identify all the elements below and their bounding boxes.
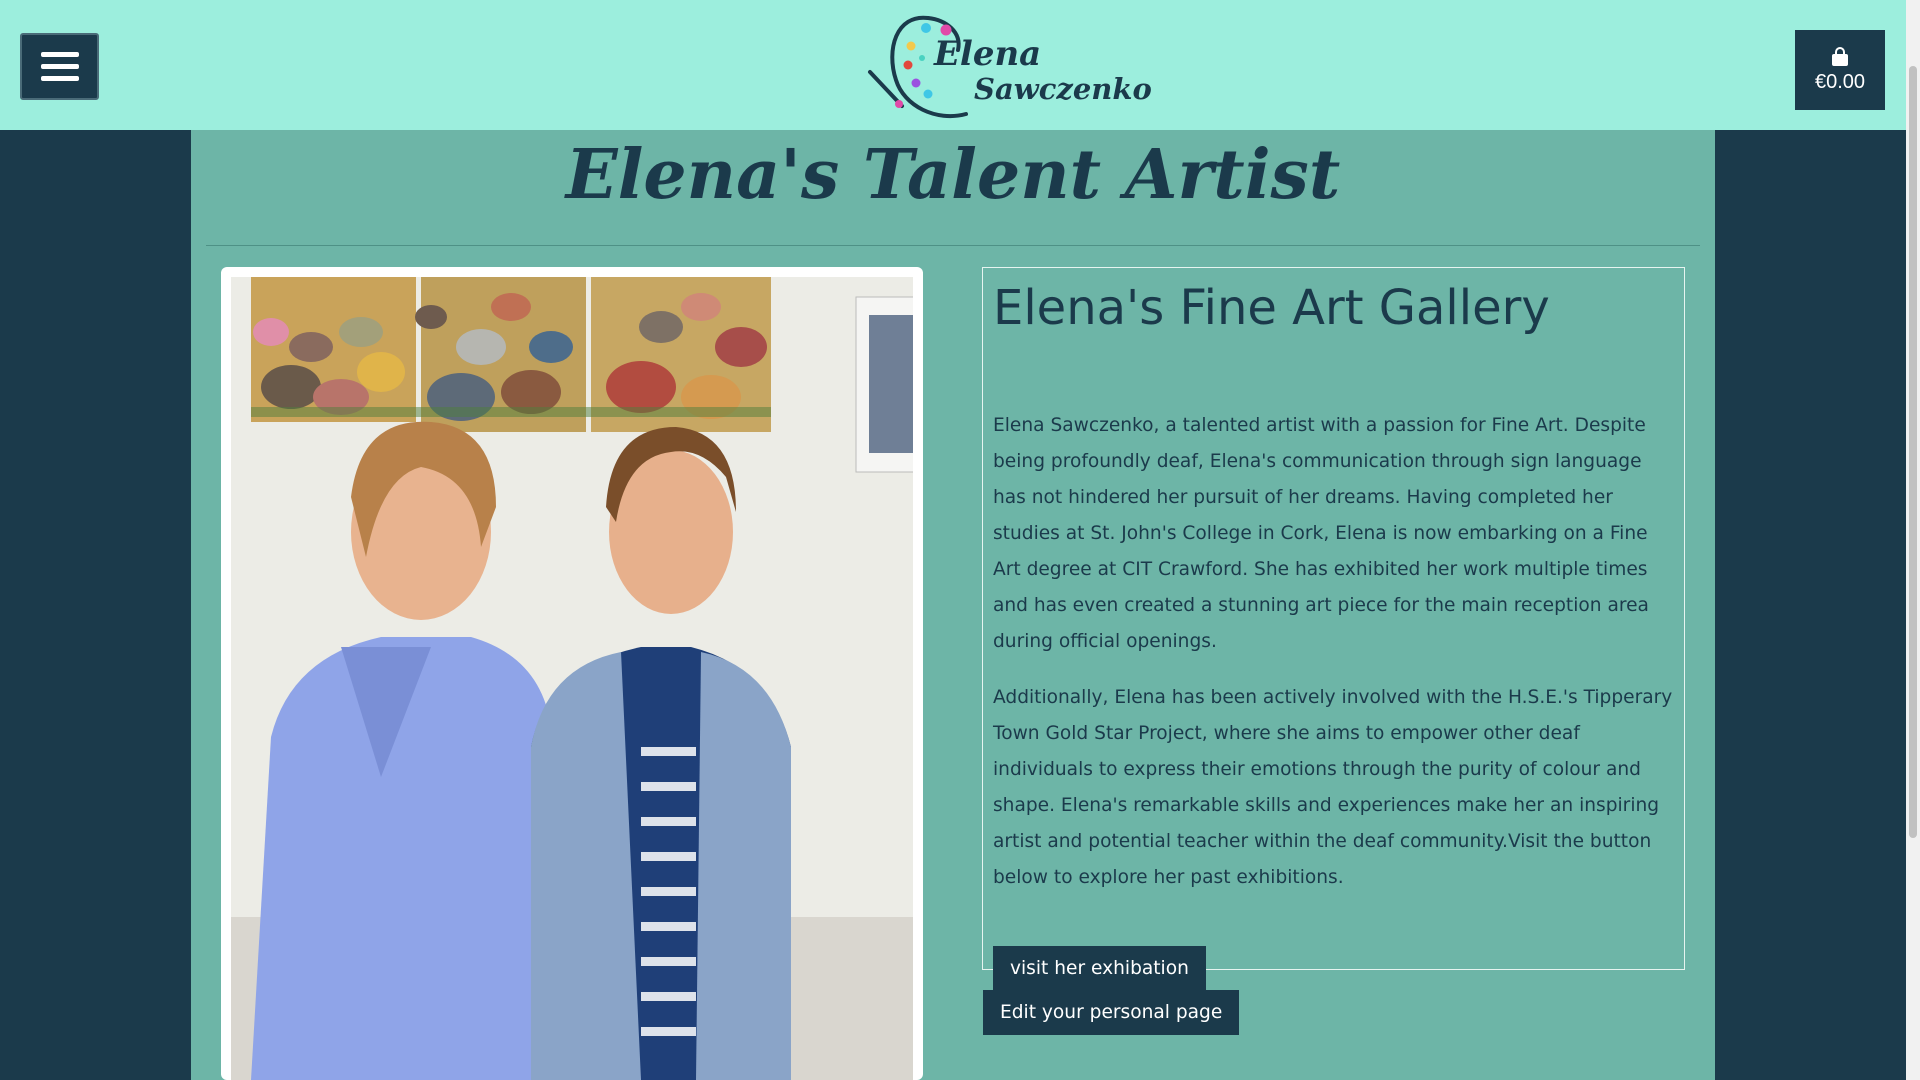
gallery-info-box: Elena's Fine Art Gallery Elena Sawczenko…	[982, 267, 1685, 991]
edit-personal-page-button[interactable]: Edit your personal page	[983, 990, 1240, 1035]
artist-photo-illustration	[231, 277, 913, 1080]
shopping-bag-icon	[1832, 46, 1848, 66]
artist-photo-frame	[221, 267, 923, 1080]
cart-total: €0.00	[1814, 70, 1866, 93]
logo-last-name: Sawczenko	[974, 72, 1152, 106]
cart-button[interactable]: €0.00	[1795, 30, 1885, 110]
artist-photo	[231, 277, 913, 1080]
title-divider	[206, 245, 1700, 246]
visit-exhibition-button[interactable]: visit her exhibation	[993, 946, 1206, 991]
site-logo[interactable]: Elena Sawczenko	[866, 10, 1152, 122]
site-header: Elena Sawczenko €0.00	[0, 0, 1906, 130]
logo-first-name: Elena	[934, 34, 1042, 74]
menu-button[interactable]	[20, 33, 99, 100]
page-title: Elena's Talent Artist	[565, 135, 1341, 215]
page-scrollbar[interactable]	[1906, 0, 1920, 1080]
gallery-paragraph-1: Elena Sawczenko, a talented artist with …	[993, 415, 1649, 652]
scrollbar-thumb[interactable]	[1909, 66, 1917, 838]
gallery-paragraph-2: Additionally, Elena has been actively in…	[993, 687, 1673, 888]
hamburger-menu-icon	[40, 51, 79, 83]
gallery-heading: Elena's Fine Art Gallery	[993, 280, 1550, 336]
main-panel: Elena's Talent Artist Elena's Fine Art G…	[191, 130, 1715, 1080]
